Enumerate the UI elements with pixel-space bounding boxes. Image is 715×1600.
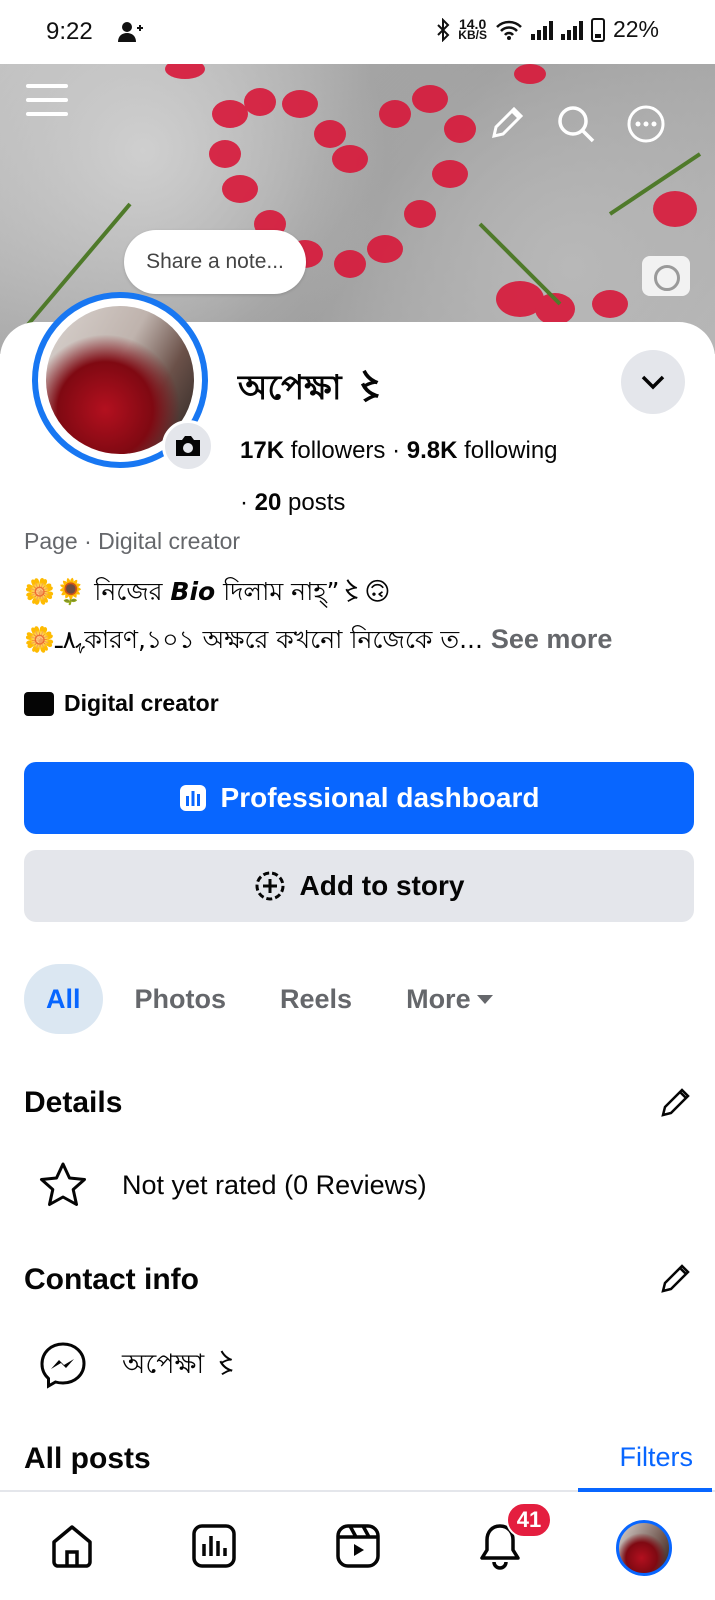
home-icon (52, 1525, 92, 1568)
bluetooth-icon (437, 17, 450, 42)
tab-reels[interactable]: Reels (258, 964, 374, 1034)
details-heading: Details (24, 1086, 123, 1119)
see-more-link[interactable]: See more (491, 624, 613, 654)
nav-dashboard[interactable] (186, 1518, 242, 1574)
professional-dashboard-button[interactable]: Professional dashboard (24, 762, 694, 834)
profile-name: অপেক্ষা 〻 (238, 368, 388, 408)
status-indicators: 14.0 KB/S 22% (436, 16, 659, 43)
posts-stat[interactable]: · 20 posts (240, 489, 345, 516)
share-note-bubble[interactable]: Share a note... (124, 230, 306, 294)
status-bar: 9:22 14.0 KB/S 22% (0, 0, 715, 64)
bottom-navigation: 41 (0, 1488, 715, 1600)
messenger-icon (40, 1342, 86, 1389)
edit-pencil-icon[interactable] (488, 104, 526, 142)
filters-link[interactable]: Filters (620, 1442, 694, 1473)
status-time: 9:22 (46, 18, 93, 45)
profile-stats: 17K followers · 9.8K following · 20 post… (240, 437, 558, 516)
person-add-icon (118, 22, 143, 42)
profile-dropdown-button[interactable] (621, 350, 685, 414)
contact-info-heading: Contact info (24, 1263, 199, 1296)
nav-profile-avatar[interactable] (616, 1520, 672, 1576)
cover-camera-icon[interactable] (642, 256, 690, 296)
avatar-camera-icon[interactable] (162, 420, 214, 472)
more-options-icon[interactable] (626, 104, 666, 144)
tab-photos[interactable]: Photos (113, 964, 249, 1034)
bio-line-2: 🌼ﮩ٨ـকারণ,১০১ অক্ষরে কখনো নিজেকে ত... See… (24, 624, 613, 654)
add-story-icon (255, 871, 285, 901)
creator-category-row: Digital creator (24, 690, 219, 717)
star-icon (40, 1162, 86, 1206)
profile-tabs: All Photos Reels More (24, 964, 515, 1034)
video-icon (336, 1524, 380, 1568)
page-category: Page · Digital creator (24, 528, 241, 554)
tab-more[interactable]: More (384, 964, 515, 1034)
all-posts-heading: All posts (24, 1442, 151, 1475)
edit-contact-icon[interactable] (658, 1260, 694, 1296)
rating-row: Not yet rated (0 Reviews) (38, 1161, 427, 1209)
nav-video[interactable] (330, 1518, 386, 1574)
battery-icon (590, 17, 605, 42)
network-speed: 14.0 KB/S (458, 15, 487, 42)
caret-down-icon (476, 994, 493, 1004)
tab-all[interactable]: All (24, 964, 103, 1034)
wifi-icon (496, 20, 522, 40)
dashboard-icon (179, 785, 206, 811)
following-stat[interactable]: 9.8K following (407, 437, 558, 464)
add-to-story-button[interactable]: Add to story (24, 850, 694, 922)
signal-icon-2 (560, 20, 583, 40)
dashboard-nav-icon (192, 1524, 236, 1568)
search-icon[interactable] (556, 104, 596, 144)
bio-line-1: 🌼🌻 নিজের Bio দিলাম নাহ্”〻🙃 (24, 577, 391, 606)
active-tab-indicator (578, 1488, 712, 1492)
nav-home[interactable] (44, 1518, 100, 1574)
battery-level: 22% (612, 16, 659, 42)
clapperboard-icon (24, 691, 54, 716)
messenger-contact-row[interactable]: অপেক্ষা 〻 (38, 1340, 240, 1390)
notification-badge: 41 (506, 1502, 552, 1538)
followers-stat[interactable]: 17K followers (240, 437, 385, 464)
menu-icon[interactable] (26, 84, 68, 120)
chevron-down-icon (641, 375, 665, 390)
edit-details-icon[interactable] (658, 1084, 694, 1120)
signal-icon-1 (530, 20, 553, 40)
